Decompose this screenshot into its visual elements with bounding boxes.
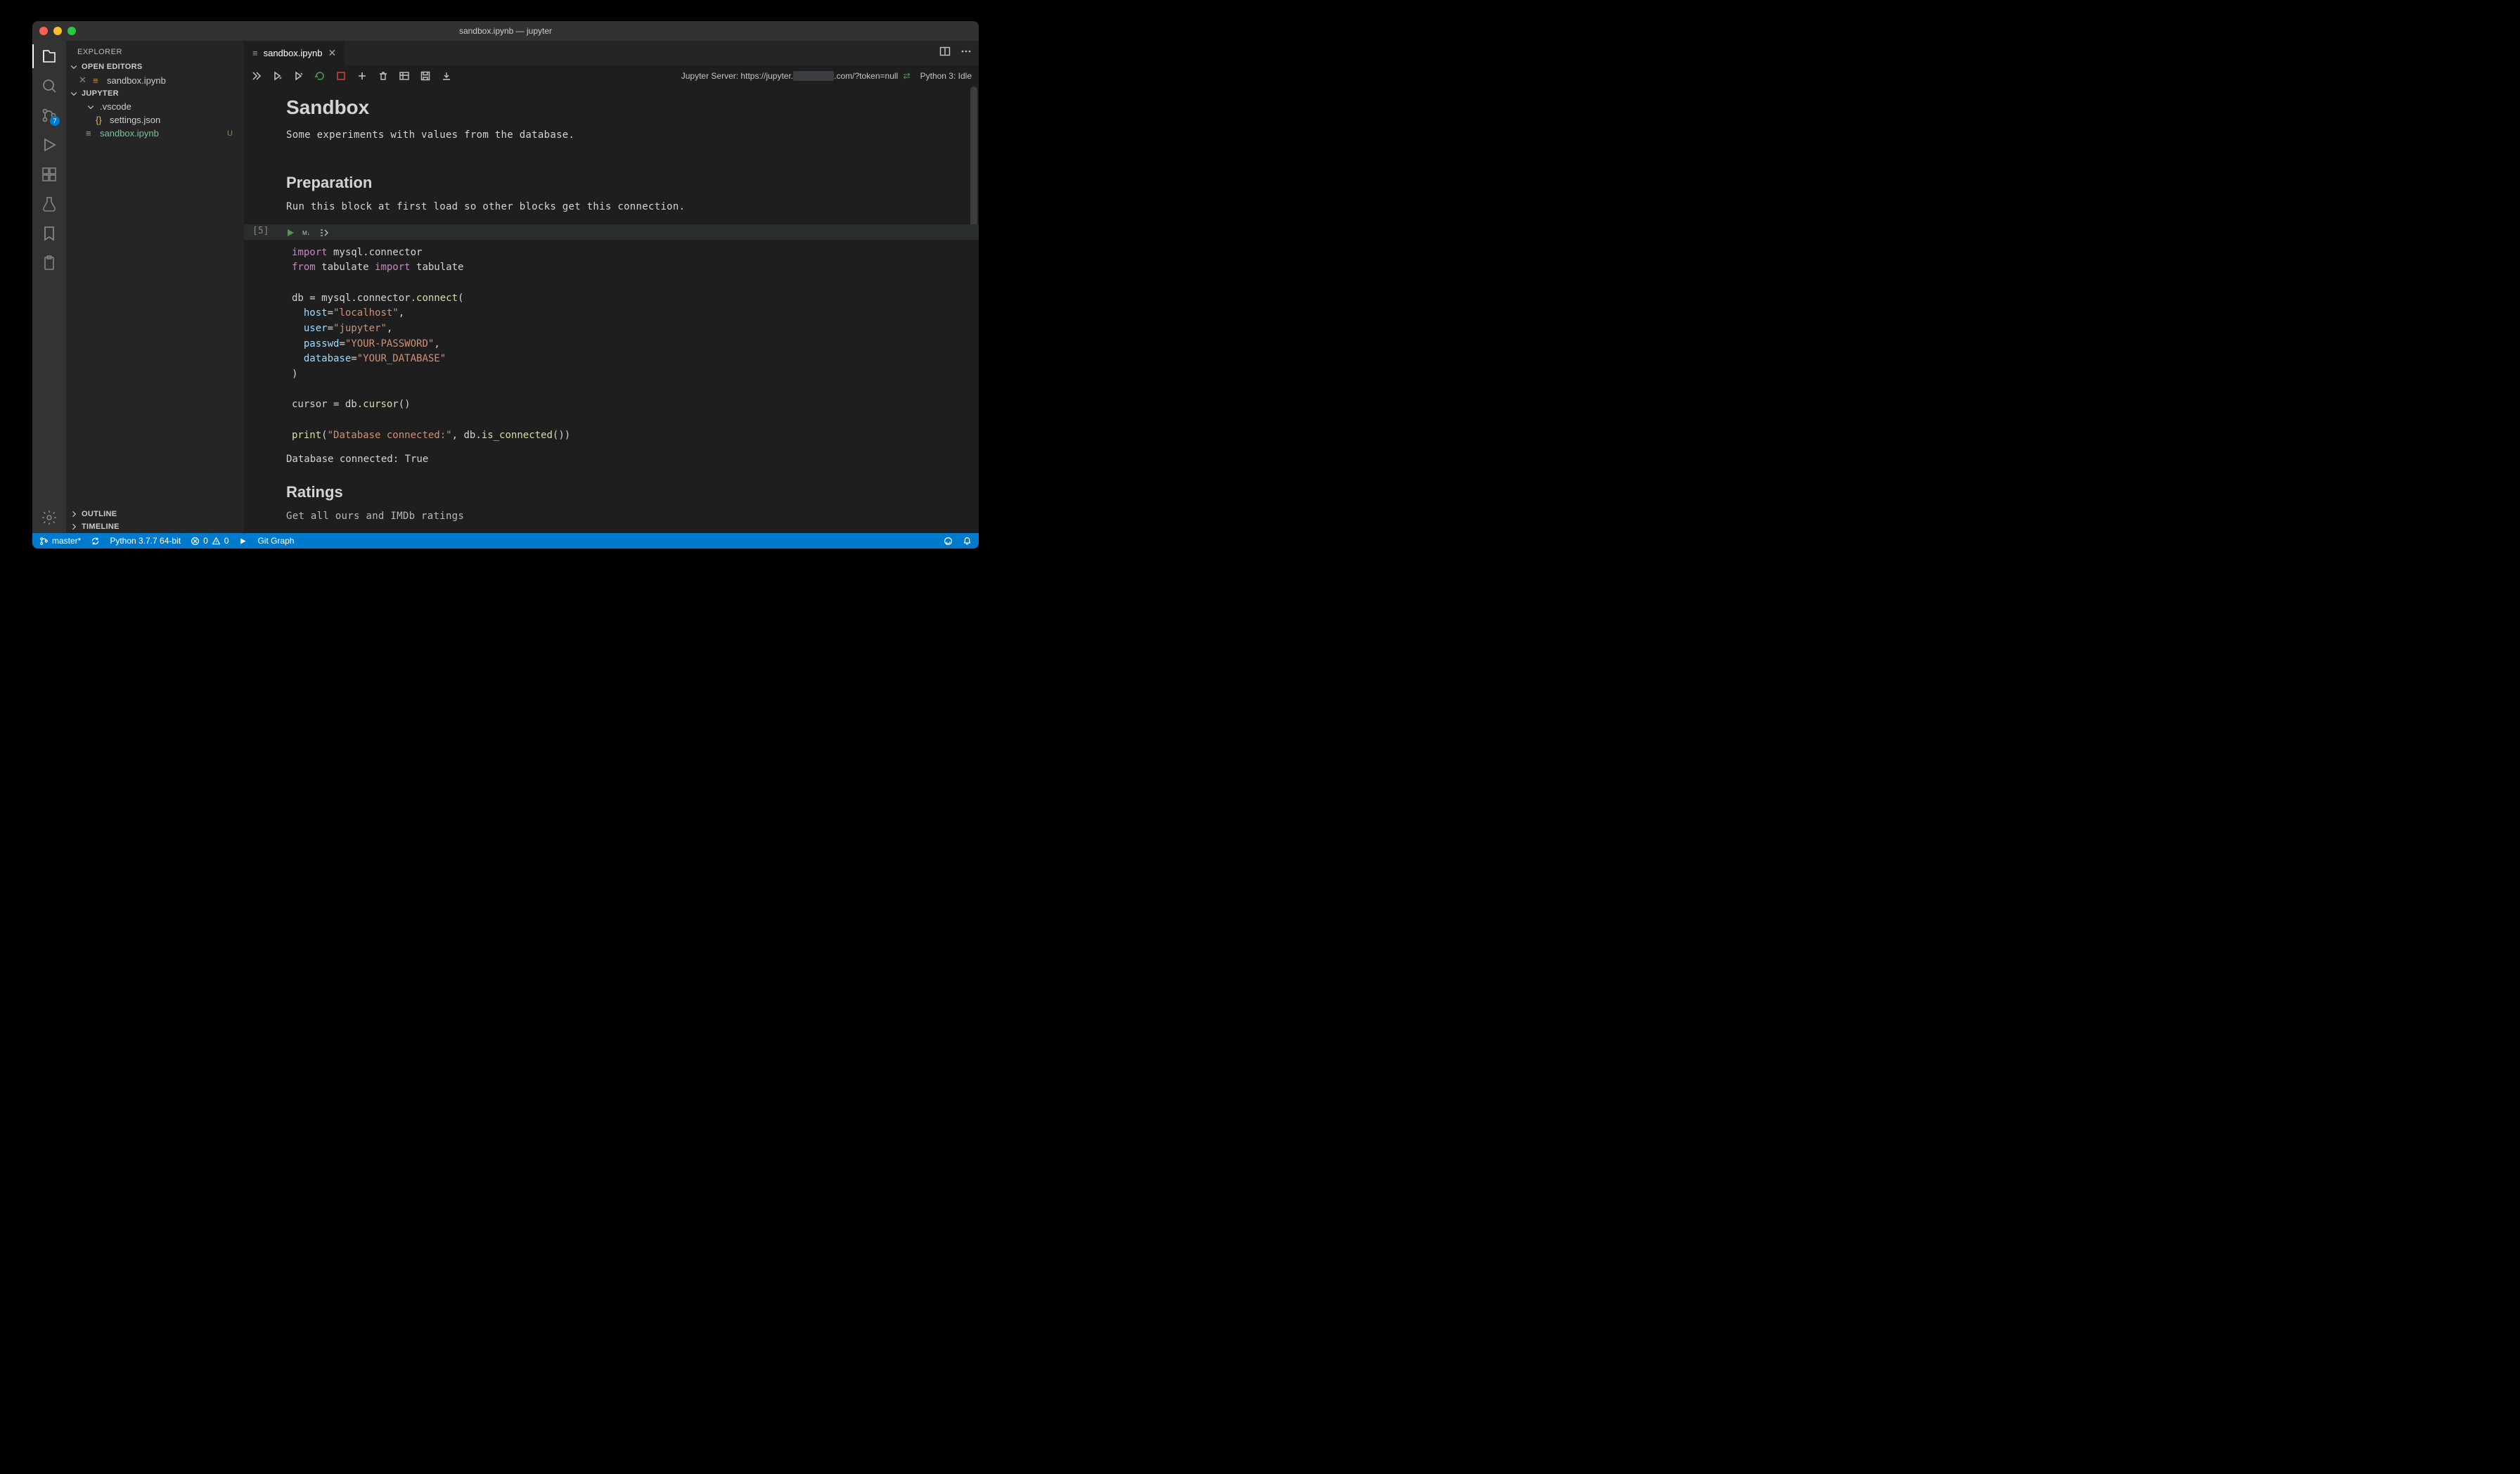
- run-above-icon[interactable]: [272, 70, 283, 82]
- notebook-h1: Sandbox: [286, 96, 975, 119]
- git-status-tag: U: [227, 129, 233, 138]
- minimize-window-button[interactable]: [53, 27, 62, 35]
- run-status[interactable]: [238, 537, 248, 546]
- interrupt-kernel-icon[interactable]: [335, 70, 347, 82]
- sync-status[interactable]: [91, 537, 100, 546]
- markdown-cell[interactable]: Ratings Get all ours and IMDb ratings: [286, 465, 975, 531]
- problems-status[interactable]: 0 0: [191, 536, 229, 546]
- activity-bar: 7: [32, 41, 66, 533]
- chevron-down-icon: [69, 62, 79, 72]
- editor-area: ≡ sandbox.ipynb ✕: [244, 41, 979, 533]
- cell-toolbar: M↓: [244, 224, 979, 240]
- notebook-toolbar: Jupyter Server: https://jupyter.xxxxxxxx…: [244, 65, 979, 86]
- traffic-lights: [39, 27, 76, 35]
- tab-label: sandbox.ipynb: [264, 48, 323, 58]
- bookmarks-icon[interactable]: [41, 225, 58, 242]
- chevron-right-icon: [69, 522, 79, 532]
- notebook-paragraph: Some experiments with values from the da…: [286, 127, 975, 144]
- open-editors-label: OPEN EDITORS: [82, 63, 143, 71]
- notebook-h2: Ratings: [286, 483, 975, 501]
- kernel-status[interactable]: Python 3: Idle: [920, 71, 972, 81]
- run-below-icon[interactable]: [293, 70, 304, 82]
- restart-kernel-icon[interactable]: [314, 70, 326, 82]
- more-actions-icon[interactable]: [960, 46, 972, 60]
- cell-execution-count: [5]: [252, 226, 269, 236]
- jupyter-server-status[interactable]: Jupyter Server: https://jupyter.xxxxxxxx…: [681, 71, 911, 81]
- code-cell[interactable]: [5] M↓ import mysql.connector from tabul…: [286, 224, 979, 465]
- folder-vscode[interactable]: .vscode: [66, 100, 244, 113]
- clipboard-icon[interactable]: [41, 255, 58, 271]
- status-bar: master* Python 3.7.7 64-bit 0 0 Git Grap…: [32, 533, 979, 549]
- timeline-section[interactable]: TIMELINE: [66, 520, 244, 533]
- chevron-down-icon: [69, 89, 79, 98]
- vscode-window: sandbox.ipynb — jupyter 7: [32, 21, 979, 549]
- branch-name: master*: [52, 536, 81, 546]
- file-name: sandbox.ipynb: [100, 128, 223, 139]
- save-icon[interactable]: [420, 70, 431, 82]
- notebook-paragraph: Run this block at first load so other bl…: [286, 199, 975, 216]
- extensions-icon[interactable]: [41, 166, 58, 183]
- scm-badge: 7: [50, 116, 60, 126]
- file-sandbox-notebook[interactable]: ≡ sandbox.ipynb U: [66, 127, 244, 140]
- variables-icon[interactable]: [399, 70, 410, 82]
- notifications-icon[interactable]: [963, 537, 972, 546]
- file-name: settings.json: [110, 115, 238, 125]
- close-window-button[interactable]: [39, 27, 48, 35]
- sidebar: EXPLORER OPEN EDITORS ✕ ≡ sandbox.ipynb …: [66, 41, 244, 533]
- chevron-right-icon: [69, 509, 79, 519]
- add-cell-icon[interactable]: [356, 70, 368, 82]
- python-interpreter-status[interactable]: Python 3.7.7 64-bit: [110, 536, 181, 546]
- markdown-cell[interactable]: Sandbox Some experiments with values fro…: [286, 94, 975, 222]
- testing-icon[interactable]: [41, 196, 58, 212]
- run-by-line-icon[interactable]: [319, 227, 328, 237]
- git-branch-status[interactable]: master*: [39, 536, 81, 546]
- maximize-window-button[interactable]: [68, 27, 76, 35]
- notebook-file-icon: ≡: [86, 128, 96, 139]
- split-editor-icon[interactable]: [939, 46, 951, 60]
- notebook-body[interactable]: Sandbox Some experiments with values fro…: [244, 86, 979, 533]
- source-control-icon[interactable]: 7: [41, 107, 58, 124]
- server-connected-icon: ⇄: [904, 71, 911, 81]
- tab-sandbox[interactable]: ≡ sandbox.ipynb ✕: [244, 41, 345, 65]
- cell-output: Database connected: True: [286, 449, 979, 465]
- export-icon[interactable]: [441, 70, 452, 82]
- notebook-file-icon: ≡: [93, 75, 103, 86]
- notebook-paragraph: Get all ours and IMDb ratings: [286, 508, 975, 525]
- outline-section[interactable]: OUTLINE: [66, 508, 244, 520]
- chevron-down-icon: [86, 102, 96, 112]
- titlebar: sandbox.ipynb — jupyter: [32, 21, 979, 41]
- open-editor-item[interactable]: ✕ ≡ sandbox.ipynb: [66, 73, 244, 87]
- folder-name: .vscode: [100, 101, 238, 112]
- timeline-label: TIMELINE: [82, 523, 120, 531]
- run-debug-icon[interactable]: [41, 136, 58, 153]
- project-label: JUPYTER: [82, 89, 119, 98]
- search-icon[interactable]: [41, 77, 58, 94]
- sidebar-title: EXPLORER: [66, 41, 244, 60]
- outline-label: OUTLINE: [82, 510, 117, 518]
- run-cell-icon[interactable]: [285, 227, 295, 237]
- file-settings-json[interactable]: {} settings.json: [66, 113, 244, 127]
- git-graph-status[interactable]: Git Graph: [257, 536, 294, 546]
- settings-gear-icon[interactable]: [41, 509, 58, 526]
- json-file-icon: {}: [96, 115, 105, 125]
- editor-tabs: ≡ sandbox.ipynb ✕: [244, 41, 979, 65]
- window-title: sandbox.ipynb — jupyter: [459, 26, 552, 36]
- svg-text:M↓: M↓: [302, 230, 310, 236]
- notebook-file-icon: ≡: [252, 48, 258, 58]
- close-tab-icon[interactable]: ✕: [328, 47, 336, 59]
- close-editor-icon[interactable]: ✕: [79, 75, 89, 86]
- open-editors-section[interactable]: OPEN EDITORS: [66, 60, 244, 73]
- open-editor-filename: sandbox.ipynb: [107, 75, 238, 86]
- project-section[interactable]: JUPYTER: [66, 87, 244, 100]
- markdown-toggle-icon[interactable]: M↓: [302, 227, 311, 237]
- clear-outputs-icon[interactable]: [378, 70, 389, 82]
- run-all-icon[interactable]: [251, 70, 262, 82]
- feedback-icon[interactable]: [944, 537, 953, 546]
- explorer-icon[interactable]: [41, 48, 58, 65]
- notebook-h2: Preparation: [286, 174, 975, 192]
- code-editor[interactable]: import mysql.connector from tabulate imp…: [286, 240, 979, 449]
